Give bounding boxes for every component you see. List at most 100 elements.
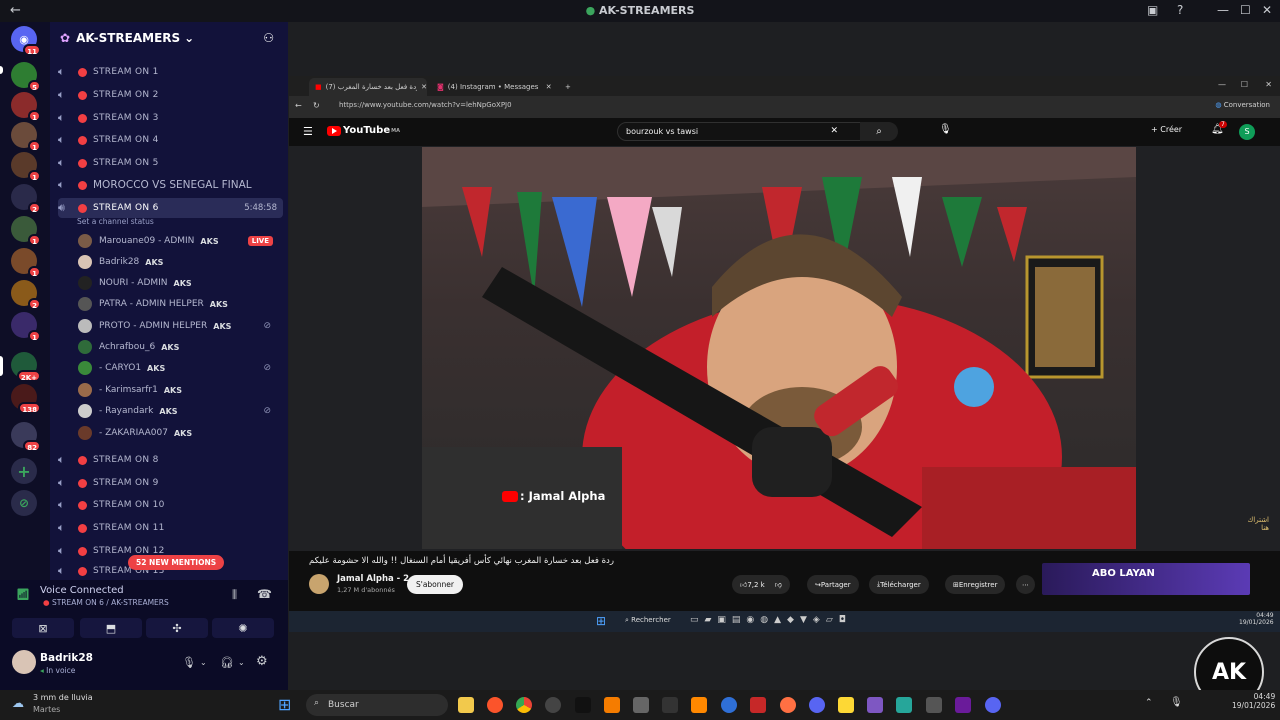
mic-icon[interactable]: 🎙︎ <box>1170 697 1183 708</box>
tab-instagram[interactable]: ◙ (4) Instagram • Messages ✕ <box>431 78 555 96</box>
voice-channel[interactable]: 🔈︎ STREAM ON 4 <box>58 130 283 150</box>
noise-suppression-icon[interactable]: ⫼ <box>232 588 237 602</box>
app-icon[interactable] <box>750 697 766 713</box>
tiktok-icon[interactable] <box>575 697 591 713</box>
activities-button[interactable]: ✣ <box>146 618 208 638</box>
member-item[interactable]: Achrafbou_6 AKS <box>78 337 283 357</box>
app-icon[interactable] <box>838 697 854 713</box>
brave-icon[interactable] <box>487 697 503 713</box>
discover-icon[interactable]: ⊘ <box>11 490 37 516</box>
server-icon[interactable]: 1 <box>11 216 41 246</box>
invite-icon[interactable]: ⚇ <box>263 31 274 45</box>
headphones-icon[interactable]: 🎧︎ <box>220 656 234 669</box>
close-icon[interactable]: ✕ <box>1262 3 1272 17</box>
chrome-icon[interactable] <box>516 697 532 713</box>
camera-off-button[interactable]: ⊠ <box>12 618 74 638</box>
soundboard-button[interactable]: ✺ <box>212 618 274 638</box>
avatar[interactable] <box>12 650 36 674</box>
copilot-button[interactable]: ◍ Conversation <box>1215 101 1270 109</box>
voice-channel[interactable]: 🔈︎ MOROCCO VS SENEGAL FINAL <box>58 175 283 195</box>
voice-channel[interactable]: 🔈︎ STREAM ON 1 <box>58 62 283 82</box>
member-item[interactable]: - ZAKARIAA007 AKS <box>78 423 283 443</box>
file-explorer-icon[interactable] <box>458 697 474 713</box>
settings-gear-icon[interactable]: ⚙ <box>256 654 268 669</box>
new-mentions-button[interactable]: 52 NEW MENTIONS <box>128 555 225 570</box>
windows-start-icon[interactable]: ⊞ <box>278 695 291 714</box>
channel-avatar[interactable] <box>309 574 329 594</box>
share-button[interactable]: ↪ Partager <box>807 575 859 594</box>
thumbs-down-icon[interactable]: 👎︎ <box>775 580 782 589</box>
maximize-icon[interactable]: ☐ <box>1240 3 1251 17</box>
like-button[interactable]: 👍︎ 7,2 k 👎︎ <box>732 575 790 594</box>
youtube-logo[interactable]: YouTube MA <box>327 125 400 136</box>
app-icon[interactable] <box>604 697 620 713</box>
member-item[interactable]: - Karimsarfr1 AKS <box>78 380 283 400</box>
terminal-icon[interactable] <box>662 697 678 713</box>
reload-icon[interactable]: ↻ <box>313 101 320 110</box>
discord-icon[interactable] <box>809 697 825 713</box>
app-icon[interactable] <box>926 697 942 713</box>
youtube-search[interactable]: bourzouk vs tawsi ✕ ⌕ <box>617 122 898 141</box>
app-icon[interactable] <box>867 697 883 713</box>
server-icon[interactable]: 1 <box>11 248 41 278</box>
chevron-down-icon[interactable]: ⌄ <box>238 658 245 667</box>
server-icon[interactable]: 1 <box>11 152 41 182</box>
channel-name[interactable]: Jamal Alpha - 2 <box>337 574 409 584</box>
server-icon[interactable]: 138 <box>11 384 41 414</box>
minimize-icon[interactable]: — <box>1217 3 1229 17</box>
app-icon[interactable] <box>955 697 971 713</box>
server-icon[interactable]: 1 <box>11 312 41 342</box>
member-item[interactable]: PROTO - ADMIN HELPER AKS ⊘ <box>78 316 283 336</box>
member-item[interactable]: Marouane09 - ADMIN AKS LIVE <box>78 231 283 251</box>
server-icon[interactable]: 82 <box>11 422 41 452</box>
close-icon[interactable]: ✕ <box>1265 80 1272 89</box>
server-icon[interactable]: 1 <box>11 122 41 152</box>
subscribe-button[interactable]: S'abonner <box>407 575 463 594</box>
voice-channel[interactable]: 🔈︎ STREAM ON 9 <box>58 473 283 493</box>
server-icon[interactable]: 2 <box>11 280 41 310</box>
channel-status[interactable]: Set a channel status <box>77 217 154 226</box>
app-icon[interactable] <box>633 697 649 713</box>
close-tab-icon[interactable]: ✕ <box>421 83 427 91</box>
server-icon[interactable]: 5 <box>11 62 41 92</box>
voice-channel[interactable]: 🔈︎ STREAM ON 3 <box>58 108 283 128</box>
back-icon[interactable]: ← <box>295 101 302 110</box>
tray-chevron-icon[interactable]: ⌃ <box>1145 698 1153 708</box>
weather-text[interactable]: 3 mm de lluvia <box>33 693 93 702</box>
server-header[interactable]: ✿ AK-STREAMERS ⌄ ⚇ <box>50 22 288 54</box>
taskbar-clock[interactable]: 04:49 19/01/2026 <box>1232 692 1275 710</box>
save-button[interactable]: ⊞ Enregistrer <box>945 575 1006 594</box>
create-button[interactable]: + Créer <box>1151 125 1182 134</box>
menu-icon[interactable]: ☰ <box>303 125 313 138</box>
screen-share-button[interactable]: ⬒ <box>80 618 142 638</box>
add-server-icon[interactable]: + <box>11 458 37 484</box>
vlc-icon[interactable] <box>691 697 707 713</box>
account-avatar[interactable]: S <box>1239 124 1255 140</box>
new-tab-button[interactable]: + <box>559 78 571 96</box>
disconnect-icon[interactable]: ☎ <box>257 587 272 601</box>
obs-icon[interactable] <box>545 697 561 713</box>
more-actions-icon[interactable]: ⋯ <box>1016 575 1035 594</box>
voice-channel-active[interactable]: 🔊︎ STREAM ON 6 5:48:58 <box>58 198 283 218</box>
discord-icon[interactable] <box>985 697 1001 713</box>
minimize-icon[interactable]: — <box>1218 80 1226 89</box>
member-item[interactable]: - Rayandark AKS ⊘ <box>78 401 283 421</box>
member-item[interactable]: PATRA - ADMIN HELPER AKS <box>78 294 283 314</box>
voice-channel[interactable]: 🔈︎ STREAM ON 5 <box>58 153 283 173</box>
voice-connected-title[interactable]: Voice Connected <box>40 585 124 596</box>
server-icon-ak-streamers[interactable]: 2K+ <box>11 352 41 382</box>
voice-channel[interactable]: 🔈︎ STREAM ON 2 <box>58 85 283 105</box>
maximize-icon[interactable]: ☐ <box>1241 80 1248 89</box>
help-icon[interactable]: ? <box>1177 3 1183 17</box>
search-icon[interactable]: ⌕ <box>860 122 898 141</box>
tab-youtube[interactable]: ■(7) ردة فعل بعد خسارة المغرب...✕ <box>309 78 427 96</box>
server-icon[interactable]: 2 <box>11 184 41 214</box>
member-item[interactable]: NOURI - ADMIN AKS <box>78 273 283 293</box>
server-icon[interactable]: 1 <box>11 92 41 122</box>
url-field[interactable]: https://www.youtube.com/watch?v=lehNpGoX… <box>339 101 512 109</box>
promo-banner[interactable]: ABO LAYAN <box>1042 563 1250 595</box>
microphone-icon[interactable]: 🎙︎ <box>182 656 196 669</box>
voice-channel[interactable]: 🔈︎ STREAM ON 8 <box>58 450 283 470</box>
voice-channel[interactable]: 🔈︎ STREAM ON 10 <box>58 495 283 515</box>
close-tab-icon[interactable]: ✕ <box>546 83 552 91</box>
